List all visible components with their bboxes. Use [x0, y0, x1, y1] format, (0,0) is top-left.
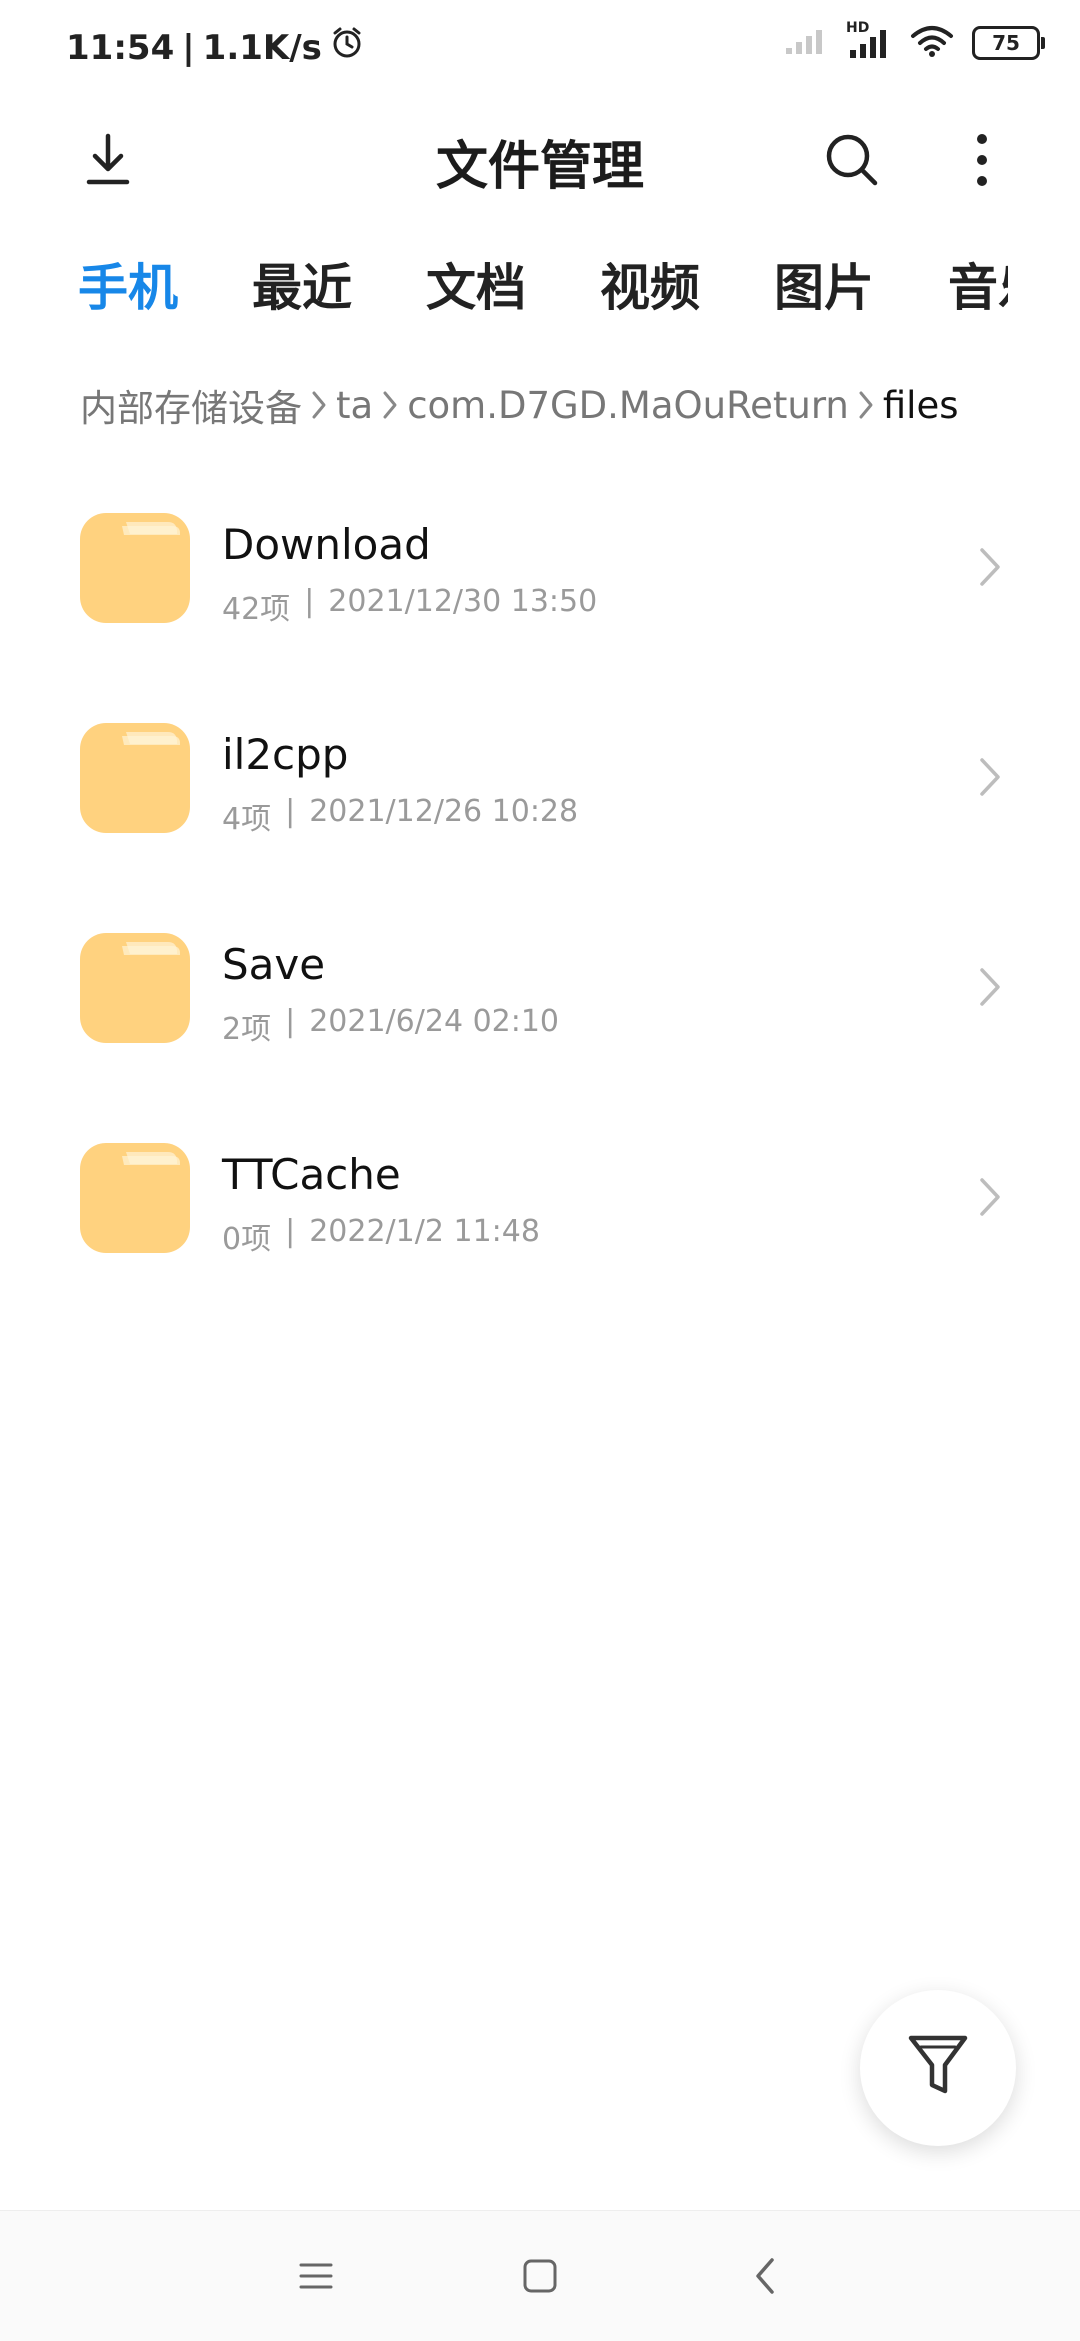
- signal-weak-icon: [784, 26, 828, 60]
- search-icon[interactable]: [812, 120, 892, 200]
- status-divider: |: [182, 27, 195, 68]
- home-icon[interactable]: [495, 2231, 585, 2321]
- battery-level: 75: [992, 31, 1020, 55]
- tab-music[interactable]: 音乐: [948, 248, 1008, 328]
- tab-images[interactable]: 图片: [774, 248, 874, 328]
- tab-recent[interactable]: 最近: [252, 248, 352, 328]
- back-icon[interactable]: [720, 2231, 810, 2321]
- download-icon[interactable]: [68, 120, 148, 200]
- list-item[interactable]: il2cpp 4项 | 2021/12/26 10:28: [0, 690, 1080, 900]
- chevron-right-icon: [855, 387, 877, 423]
- status-right: HD 75: [784, 20, 1045, 62]
- file-date: 2021/12/26 10:28: [309, 794, 579, 829]
- meta-separator: |: [304, 584, 315, 619]
- file-date: 2021/12/30 13:50: [328, 584, 598, 619]
- breadcrumb-item-files: files: [882, 383, 959, 427]
- filter-button[interactable]: [860, 1990, 1016, 2146]
- chevron-right-icon: [379, 387, 401, 423]
- battery-icon: 75: [972, 26, 1045, 60]
- folder-icon: [80, 1143, 190, 1253]
- chevron-right-icon: [970, 1172, 1010, 1222]
- status-speed: 1.1K/s: [202, 27, 322, 68]
- signal-hd-icon: HD: [846, 20, 892, 60]
- folder-icon: [80, 933, 190, 1043]
- folder-icon: [80, 513, 190, 623]
- status-time: 11:54: [66, 27, 175, 68]
- list-item[interactable]: Download 42项 | 2021/12/30 13:50: [0, 480, 1080, 690]
- file-meta: 2项 | 2021/6/24 02:10: [222, 1004, 559, 1048]
- file-name: il2cpp: [222, 730, 349, 779]
- file-count: 0项: [222, 1222, 272, 1257]
- status-bar: 11:54 | 1.1K/s HD 75: [0, 0, 1080, 100]
- breadcrumb-item-package[interactable]: com.D7GD.MaOuReturn: [407, 384, 849, 427]
- meta-separator: |: [285, 794, 296, 829]
- breadcrumb-item-ta[interactable]: ta: [336, 384, 373, 427]
- chevron-right-icon: [308, 387, 330, 423]
- chevron-right-icon: [970, 962, 1010, 1012]
- category-tabs: 手机 最近 文档 视频 图片 音乐: [78, 248, 1008, 328]
- file-meta: 4项 | 2021/12/26 10:28: [222, 794, 578, 838]
- file-meta: 0项 | 2022/1/2 11:48: [222, 1214, 540, 1258]
- file-count: 2项: [222, 1012, 272, 1047]
- breadcrumb: 内部存储设备 ta com.D7GD.MaOuReturn files: [80, 378, 959, 432]
- file-name: TTCache: [222, 1150, 401, 1199]
- file-count: 42项: [222, 592, 291, 627]
- chevron-right-icon: [970, 752, 1010, 802]
- more-icon[interactable]: [942, 120, 1022, 200]
- list-item[interactable]: Save 2项 | 2021/6/24 02:10: [0, 900, 1080, 1110]
- list-item[interactable]: TTCache 0项 | 2022/1/2 11:48: [0, 1110, 1080, 1320]
- menu-icon[interactable]: [271, 2231, 361, 2321]
- meta-separator: |: [285, 1004, 296, 1039]
- file-count: 4项: [222, 802, 272, 837]
- wifi-icon: [910, 24, 954, 62]
- file-list: Download 42项 | 2021/12/30 13:50 il2cpp 4…: [0, 480, 1080, 1320]
- tab-documents[interactable]: 文档: [426, 248, 526, 328]
- chevron-right-icon: [970, 542, 1010, 592]
- tab-videos[interactable]: 视频: [600, 248, 700, 328]
- system-nav-bar: [0, 2210, 1080, 2341]
- file-date: 2021/6/24 02:10: [309, 1004, 560, 1039]
- status-left: 11:54 | 1.1K/s: [66, 26, 364, 69]
- filter-icon: [907, 2033, 969, 2103]
- meta-separator: |: [285, 1214, 296, 1249]
- breadcrumb-item-storage[interactable]: 内部存储设备: [80, 378, 302, 432]
- file-date: 2022/1/2 11:48: [309, 1214, 540, 1249]
- folder-icon: [80, 723, 190, 833]
- tab-phone[interactable]: 手机: [78, 248, 178, 328]
- file-name: Download: [222, 520, 431, 569]
- file-meta: 42项 | 2021/12/30 13:50: [222, 584, 597, 628]
- page-title: 文件管理: [435, 137, 644, 197]
- file-name: Save: [222, 940, 326, 989]
- alarm-icon: [330, 26, 364, 69]
